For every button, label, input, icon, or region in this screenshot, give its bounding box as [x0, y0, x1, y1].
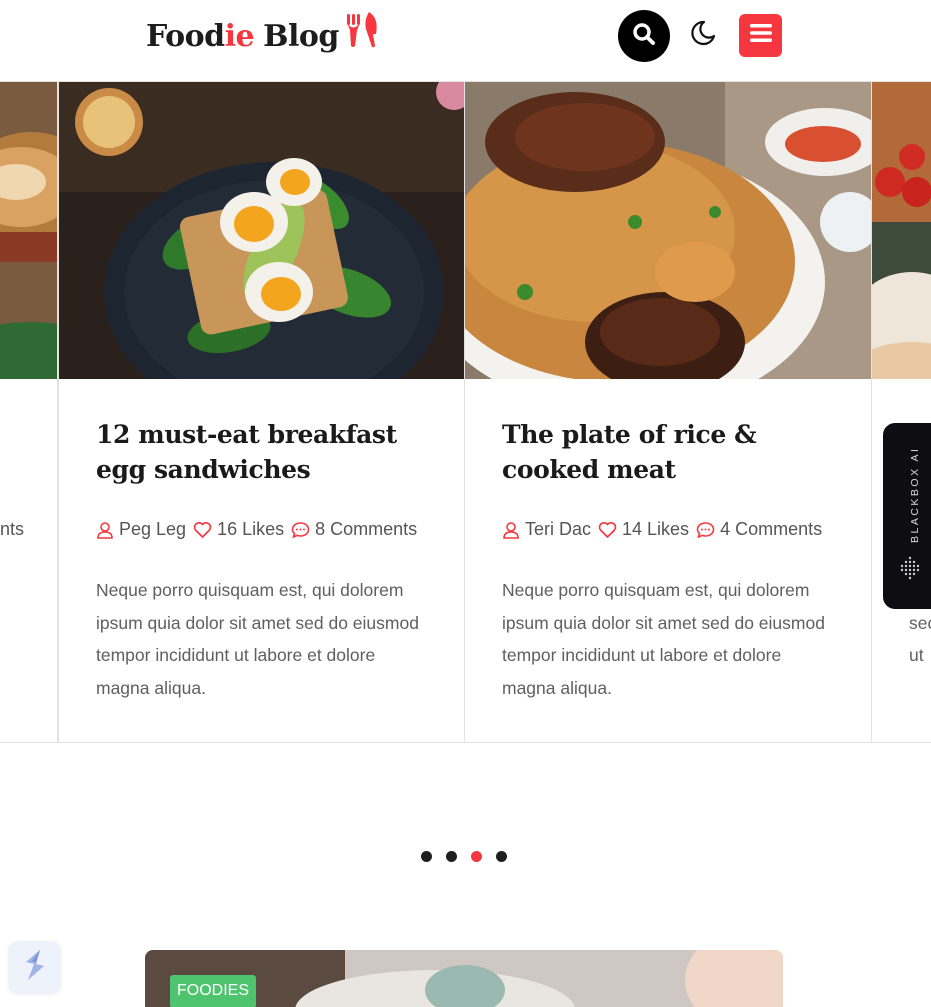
post-image[interactable] — [465, 82, 871, 379]
category-tag[interactable]: FOODIES — [170, 975, 257, 1007]
user-icon — [503, 521, 519, 539]
hamburger-icon — [749, 23, 772, 48]
post-likes[interactable]: 14 Likes — [598, 519, 689, 540]
user-icon — [97, 521, 113, 539]
fork-knife-icon — [343, 10, 381, 58]
menu-button[interactable] — [739, 14, 782, 57]
comments-count[interactable]: nts — [0, 519, 24, 540]
post-comments[interactable]: 4 Comments — [696, 519, 822, 540]
moon-icon — [689, 19, 717, 52]
search-icon — [632, 22, 656, 51]
post-meta: nts — [0, 519, 24, 540]
post-image[interactable] — [59, 82, 464, 379]
blackbox-ai-badge[interactable]: BLACKBOX AI — [883, 423, 931, 609]
logo-text-part3: Blog — [263, 18, 339, 54]
post-likes[interactable]: 16 Likes — [193, 519, 284, 540]
post-author[interactable]: Peg Leg — [96, 519, 186, 540]
post-card[interactable]: nts — [0, 82, 58, 743]
post-author[interactable]: Teri Dac — [502, 519, 591, 540]
heart-icon — [598, 521, 617, 538]
pagination-dot-1[interactable] — [421, 851, 432, 862]
site-logo[interactable]: Food ie Blog — [146, 12, 381, 58]
post-comments[interactable]: 8 Comments — [291, 519, 417, 540]
theme-toggle-button[interactable] — [686, 18, 720, 52]
search-button[interactable] — [618, 10, 670, 62]
floating-app-badge[interactable] — [8, 941, 61, 994]
post-meta: Peg Leg 16 Likes 8 Comments — [96, 519, 424, 540]
post-title[interactable]: The plate of rice & cooked meat — [502, 417, 842, 487]
post-image[interactable] — [0, 82, 57, 379]
featured-post[interactable]: FOODIES — [145, 950, 783, 1007]
pagination-dot-3-active[interactable] — [471, 851, 482, 862]
logo-text-part1: Food — [146, 18, 225, 54]
post-image[interactable] — [872, 82, 931, 379]
post-excerpt: Neque porro quisquam est, qui dolorem ip… — [96, 580, 419, 698]
blackbox-label: BLACKBOX AI — [909, 446, 921, 543]
carousel-pagination — [421, 851, 521, 862]
comment-icon — [696, 521, 715, 538]
post-card[interactable]: 12 must-eat breakfast egg sandwiches Peg… — [58, 82, 465, 743]
heart-icon — [193, 521, 212, 538]
post-title[interactable]: 12 must-eat breakfast egg sandwiches — [96, 417, 436, 487]
pagination-dot-4[interactable] — [496, 851, 507, 862]
logo-text-accent: ie — [224, 18, 255, 54]
comment-icon — [291, 521, 310, 538]
pagination-dot-2[interactable] — [446, 851, 457, 862]
post-card[interactable]: The plate of rice & cooked meat Teri Dac… — [465, 82, 872, 743]
post-card[interactable]: do sec ut — [872, 82, 931, 743]
post-meta: Teri Dac 14 Likes 4 Comments — [502, 519, 829, 540]
bolt-logo-icon — [20, 948, 50, 987]
post-excerpt: Neque porro quisquam est, qui dolorem ip… — [502, 580, 825, 698]
blackbox-logo-icon — [897, 555, 923, 586]
site-header: Food ie Blog — [0, 0, 931, 82]
post-carousel: nts 12 must-eat breakfast egg sandwiches… — [0, 82, 931, 744]
